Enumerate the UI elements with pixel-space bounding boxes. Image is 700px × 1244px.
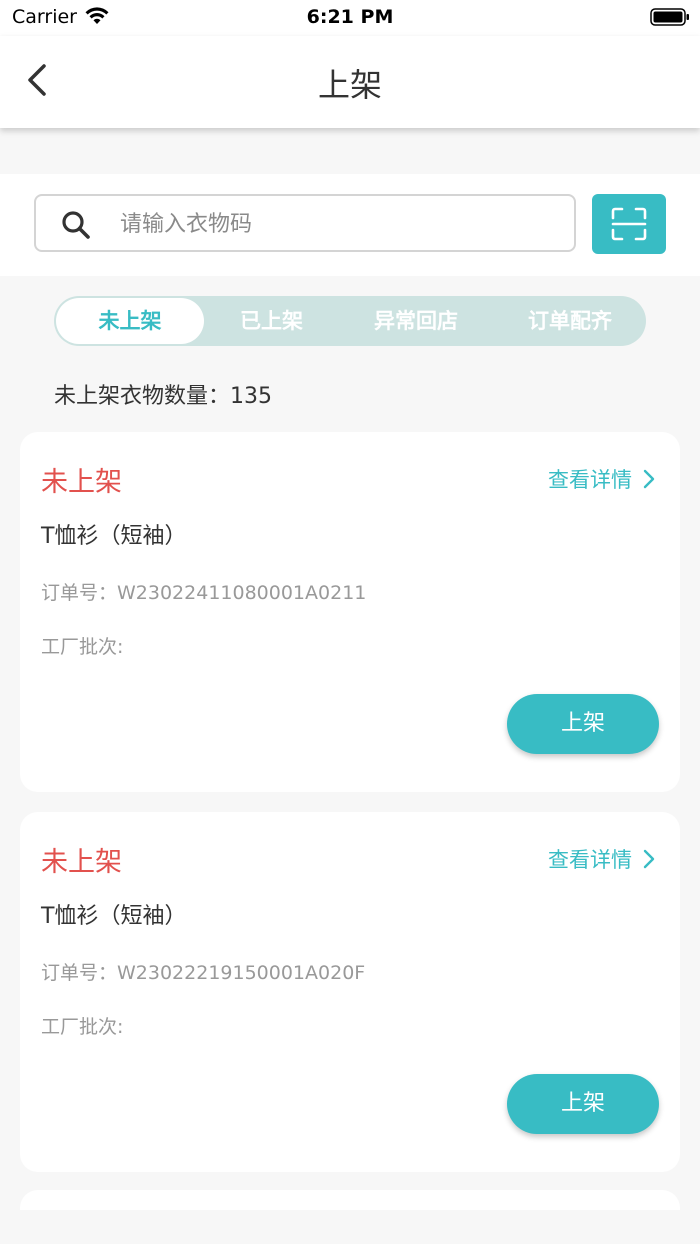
- nav-bar: 上架: [0, 36, 700, 128]
- view-detail-link[interactable]: 查看详情: [548, 844, 656, 874]
- scan-icon: [611, 207, 647, 241]
- status-tabs: 未上架 已上架 异常回店 订单配齐: [54, 296, 646, 346]
- shelve-button[interactable]: 上架: [507, 1074, 659, 1134]
- scan-button[interactable]: [592, 194, 666, 254]
- tab-abnormal-return[interactable]: 异常回店: [342, 296, 490, 346]
- card-factory-batch: 工厂批次:: [41, 636, 124, 658]
- card-status: 未上架: [41, 847, 122, 878]
- chevron-right-icon: [643, 469, 655, 489]
- unshelved-count: 未上架衣物数量：135: [54, 384, 272, 409]
- tab-order-complete[interactable]: 订单配齐: [494, 296, 646, 346]
- card-item-name: T恤衫（短袖）: [41, 904, 187, 929]
- garment-card: 未上架 查看详情 T恤衫（短袖） 订单号：W23022411080001A021…: [20, 432, 680, 792]
- search-box[interactable]: [34, 194, 576, 252]
- tab-not-shelved[interactable]: 未上架: [56, 298, 204, 344]
- search-section: [0, 174, 700, 276]
- view-detail-label: 查看详情: [548, 848, 632, 872]
- card-order-number: 订单号：W23022411080001A0211: [41, 582, 367, 604]
- view-detail-label: 查看详情: [548, 468, 632, 492]
- search-icon: [62, 211, 90, 239]
- shelve-button[interactable]: 上架: [507, 694, 659, 754]
- card-factory-batch: 工厂批次:: [41, 1016, 124, 1038]
- status-time: 6:21 PM: [306, 6, 394, 28]
- tab-shelved[interactable]: 已上架: [199, 296, 344, 346]
- search-input[interactable]: [118, 204, 562, 244]
- card-order-number: 订单号：W23022219150001A020F: [41, 962, 366, 984]
- garment-card-partial: [20, 1190, 680, 1210]
- view-detail-link[interactable]: 查看详情: [548, 464, 656, 494]
- card-status: 未上架: [41, 467, 122, 498]
- card-item-name: T恤衫（短袖）: [41, 524, 187, 549]
- status-bar: Carrier 6:21 PM: [0, 0, 700, 36]
- battery-icon: [650, 8, 689, 26]
- page-title: 上架: [317, 66, 382, 104]
- garment-card: 未上架 查看详情 T恤衫（短袖） 订单号：W23022219150001A020…: [20, 812, 680, 1172]
- chevron-right-icon: [643, 849, 655, 869]
